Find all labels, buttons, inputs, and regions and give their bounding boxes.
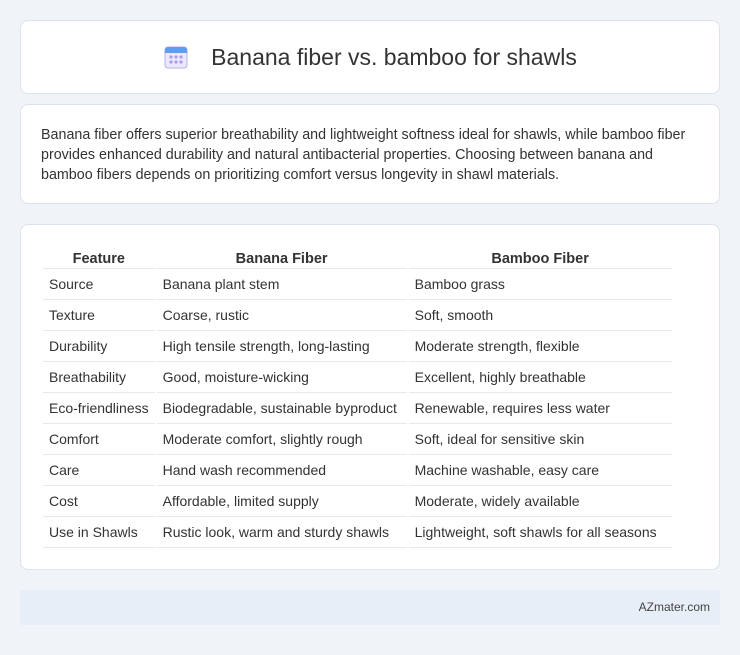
calendar-grid-icon: [163, 44, 189, 70]
row-banana: High tensile strength, long-lasting: [156, 331, 407, 362]
title-wrap: Banana fiber vs. bamboo for shawls: [21, 21, 719, 93]
row-bamboo: Excellent, highly breathable: [408, 362, 672, 393]
row-bamboo: Lightweight, soft shawls for all seasons: [408, 517, 672, 548]
row-bamboo: Machine washable, easy care: [408, 455, 672, 486]
page-title: Banana fiber vs. bamboo for shawls: [211, 43, 577, 70]
row-feature: Texture: [43, 300, 155, 331]
row-banana: Coarse, rustic: [156, 300, 407, 331]
comparison-table-card: Feature Banana Fiber Bamboo Fiber Source…: [20, 224, 720, 570]
row-banana: Hand wash recommended: [156, 455, 407, 486]
row-bamboo: Soft, ideal for sensitive skin: [408, 424, 672, 455]
table-row: Source Banana plant stem Bamboo grass: [43, 269, 672, 300]
row-feature: Durability: [43, 331, 155, 362]
table-row: Cost Affordable, limited supply Moderate…: [43, 486, 672, 517]
table-row: Comfort Moderate comfort, slightly rough…: [43, 424, 672, 455]
row-banana: Rustic look, warm and sturdy shawls: [156, 517, 407, 548]
row-banana: Banana plant stem: [156, 269, 407, 300]
row-bamboo: Bamboo grass: [408, 269, 672, 300]
footer-site-link[interactable]: AZmater.com: [639, 600, 710, 614]
table-row: Use in Shawls Rustic look, warm and stur…: [43, 517, 672, 548]
row-banana: Biodegradable, sustainable byproduct: [156, 393, 407, 424]
column-header-feature: Feature: [43, 245, 155, 269]
row-feature: Source: [43, 269, 155, 300]
row-banana: Affordable, limited supply: [156, 486, 407, 517]
title-card: Banana fiber vs. bamboo for shawls: [20, 20, 720, 94]
footer-bar: AZmater.com: [20, 590, 720, 625]
row-feature: Breathability: [43, 362, 155, 393]
row-banana: Moderate comfort, slightly rough: [156, 424, 407, 455]
summary-text: Banana fiber offers superior breathabili…: [41, 127, 686, 183]
row-banana: Good, moisture-wicking: [156, 362, 407, 393]
row-feature: Care: [43, 455, 155, 486]
column-header-bamboo: Bamboo Fiber: [408, 245, 672, 269]
row-feature: Eco-friendliness: [43, 393, 155, 424]
table-row: Eco-friendliness Biodegradable, sustaina…: [43, 393, 672, 424]
table-row: Durability High tensile strength, long-l…: [43, 331, 672, 362]
row-bamboo: Moderate, widely available: [408, 486, 672, 517]
table-row: Texture Coarse, rustic Soft, smooth: [43, 300, 672, 331]
table-row: Care Hand wash recommended Machine washa…: [43, 455, 672, 486]
row-feature: Cost: [43, 486, 155, 517]
row-bamboo: Moderate strength, flexible: [408, 331, 672, 362]
row-bamboo: Soft, smooth: [408, 300, 672, 331]
table-header-row: Feature Banana Fiber Bamboo Fiber: [43, 245, 672, 269]
summary-card: Banana fiber offers superior breathabili…: [20, 104, 720, 204]
row-feature: Use in Shawls: [43, 517, 155, 548]
row-bamboo: Renewable, requires less water: [408, 393, 672, 424]
comparison-table: Feature Banana Fiber Bamboo Fiber Source…: [41, 245, 674, 548]
column-header-banana: Banana Fiber: [156, 245, 407, 269]
row-feature: Comfort: [43, 424, 155, 455]
table-row: Breathability Good, moisture-wicking Exc…: [43, 362, 672, 393]
